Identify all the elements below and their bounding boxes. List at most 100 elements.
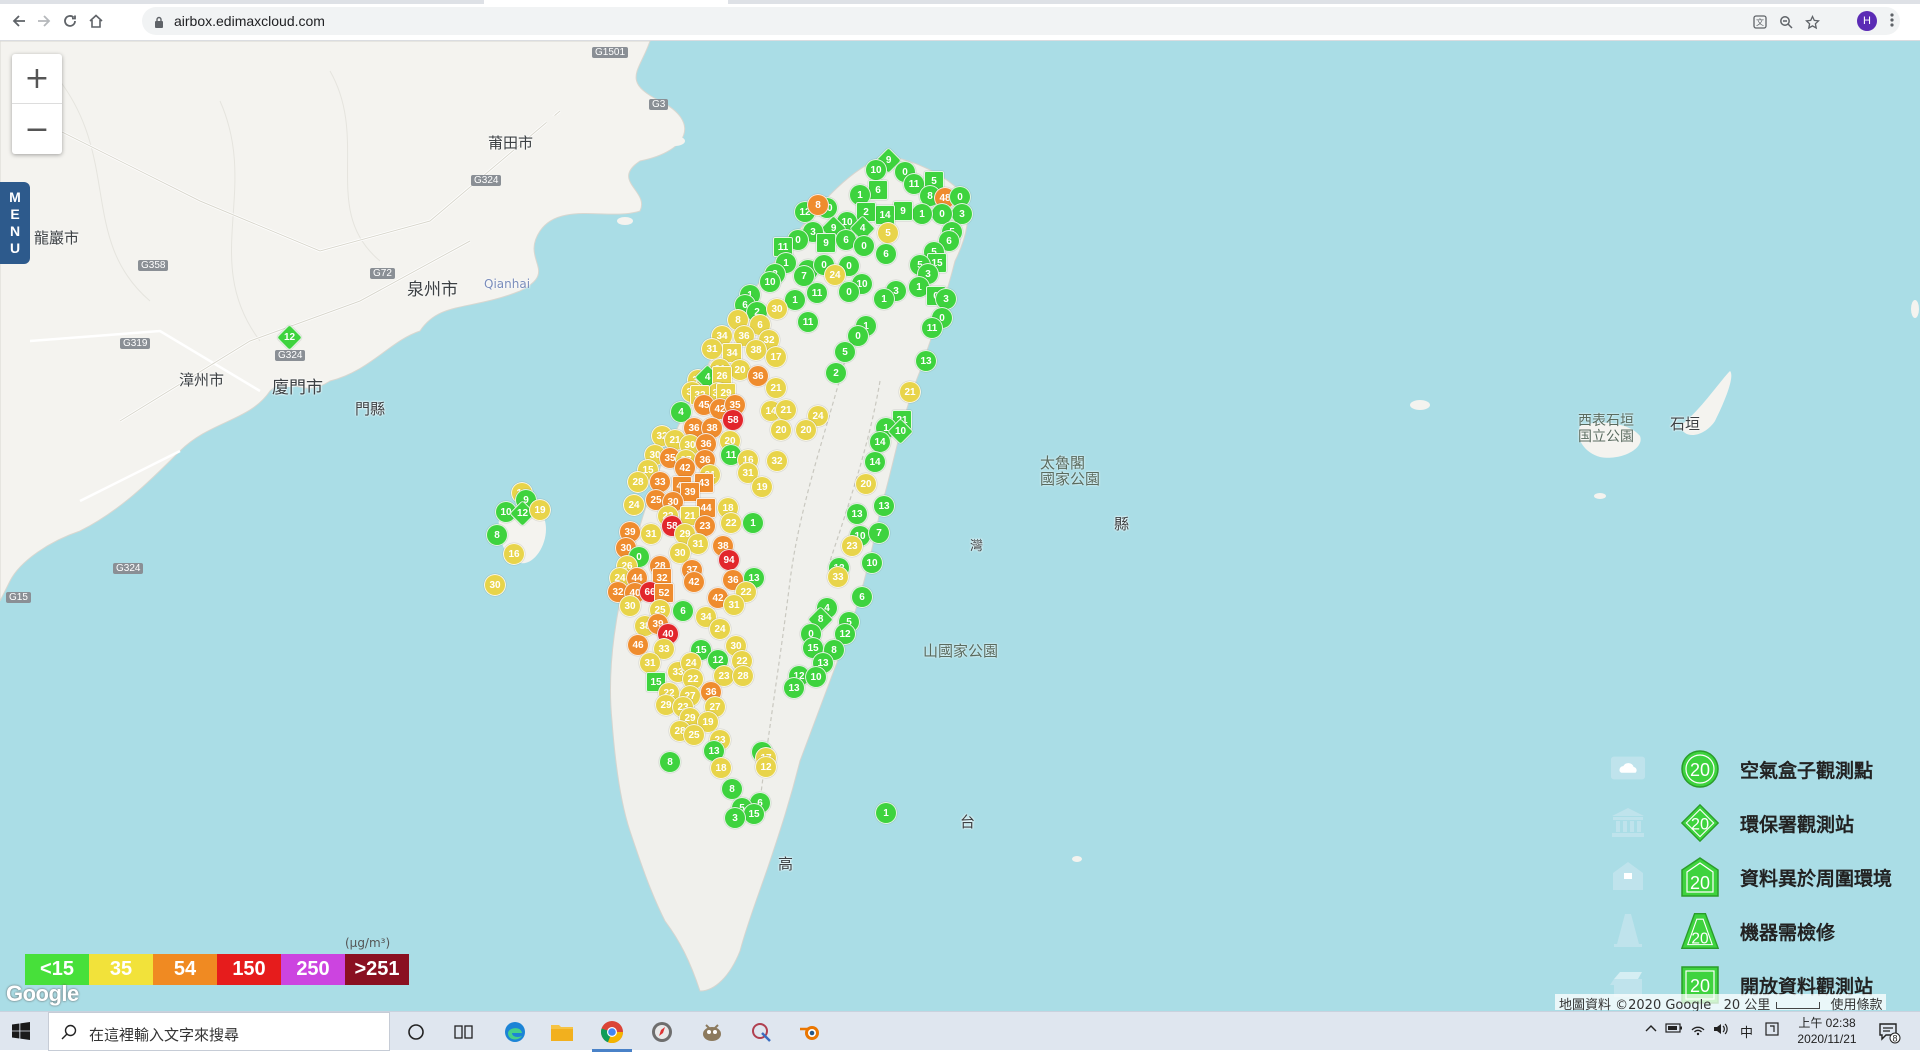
profile-avatar[interactable]: H — [1857, 11, 1877, 31]
aq-marker-circle[interactable]: 8 — [659, 751, 681, 773]
google-logo[interactable]: Google — [6, 981, 79, 1007]
aq-marker-circle[interactable]: 13 — [915, 350, 937, 372]
aq-marker-circle[interactable]: 31 — [701, 338, 723, 360]
aq-marker-circle[interactable]: 11 — [921, 317, 943, 339]
aq-marker-circle[interactable]: 10 — [865, 159, 887, 181]
browser-menu-icon[interactable] — [1890, 12, 1894, 32]
aq-marker-circle[interactable]: 14 — [864, 451, 886, 473]
battery-icon[interactable] — [1665, 1022, 1683, 1038]
forward-arrow-icon[interactable] — [33, 10, 55, 32]
gimp-app-icon[interactable] — [698, 1018, 726, 1046]
aq-marker-square[interactable]: 6 — [868, 180, 888, 200]
aq-marker-circle[interactable]: 32 — [766, 450, 788, 472]
aq-marker-circle[interactable]: 19 — [751, 476, 773, 498]
aq-marker-square[interactable]: 9 — [893, 201, 913, 221]
aq-marker-circle[interactable]: 33 — [827, 566, 849, 588]
aq-marker-circle[interactable]: 21 — [765, 377, 787, 399]
aq-marker-circle[interactable]: 28 — [627, 471, 649, 493]
cortana-circle-icon[interactable] — [402, 1018, 430, 1046]
aq-marker-circle[interactable]: 31 — [723, 594, 745, 616]
aq-marker-circle[interactable]: 1 — [742, 512, 764, 534]
aq-marker-circle[interactable]: 5 — [834, 341, 856, 363]
aq-marker-circle[interactable]: 94 — [718, 549, 740, 571]
drawing-tool-icon[interactable] — [748, 1018, 776, 1046]
zoom-magnifier-icon[interactable] — [1776, 14, 1796, 30]
aq-marker-circle[interactable]: 42 — [683, 571, 705, 593]
aq-marker-circle[interactable]: 11 — [806, 282, 828, 304]
aq-marker-circle[interactable]: 1 — [911, 203, 933, 225]
aq-marker-circle[interactable]: 13 — [873, 495, 895, 517]
aq-marker-circle[interactable]: 15 — [743, 803, 765, 825]
aq-marker-circle[interactable]: 38 — [745, 339, 767, 361]
aq-marker-circle[interactable]: 3 — [724, 807, 746, 829]
aq-marker-circle[interactable]: 18 — [710, 757, 732, 779]
taskbar-search-box[interactable]: 在這裡輸入文字來搜尋 — [48, 1012, 390, 1051]
aq-marker-circle[interactable]: 20 — [855, 473, 877, 495]
ime-mode-icon[interactable] — [1765, 1022, 1779, 1040]
windows-start-icon[interactable] — [12, 1022, 30, 1044]
aq-marker-circle[interactable]: 8 — [486, 524, 508, 546]
blender-icon[interactable] — [796, 1018, 824, 1046]
active-tab[interactable] — [484, 0, 728, 4]
translate-icon[interactable]: 文 — [1750, 14, 1770, 30]
aq-marker-circle[interactable]: 13 — [783, 677, 805, 699]
file-explorer-icon[interactable] — [548, 1018, 576, 1046]
aq-marker-circle[interactable]: 30 — [619, 595, 641, 617]
aq-marker-circle[interactable]: 17 — [765, 346, 787, 368]
aq-marker-circle[interactable]: 31 — [639, 652, 661, 674]
menu-button[interactable]: MENU — [0, 182, 30, 264]
bookmark-star-icon[interactable] — [1802, 14, 1822, 30]
aq-marker-circle[interactable]: 16 — [503, 543, 525, 565]
chrome-icon[interactable] — [592, 1018, 632, 1052]
zoom-in-button[interactable]: + — [12, 54, 62, 104]
aq-marker-circle[interactable]: 13 — [846, 503, 868, 525]
zoom-out-button[interactable]: − — [12, 104, 62, 154]
aq-marker-circle[interactable]: 1 — [873, 288, 895, 310]
back-arrow-icon[interactable] — [8, 10, 30, 32]
aq-marker-circle[interactable]: 6 — [672, 600, 694, 622]
task-view-icon[interactable] — [450, 1018, 478, 1046]
show-hidden-icons-chevron-icon[interactable] — [1645, 1022, 1657, 1037]
aq-marker-circle[interactable]: 6 — [851, 586, 873, 608]
aq-marker-circle[interactable]: 58 — [722, 409, 744, 431]
home-icon[interactable] — [85, 10, 107, 32]
aq-marker-circle[interactable]: 22 — [720, 512, 742, 534]
terms-link[interactable]: 使用條款 — [1830, 998, 1882, 1011]
aq-marker-circle[interactable]: 31 — [640, 523, 662, 545]
aq-marker-circle[interactable]: 7 — [868, 522, 890, 544]
aq-marker-circle[interactable]: 28 — [732, 665, 754, 687]
attribution-text[interactable]: 地圖資料 ©2020 Google — [1559, 998, 1711, 1011]
aq-marker-circle[interactable]: 25 — [683, 724, 705, 746]
map-canvas[interactable]: 莆田市 龍巖市 泉州市 Qianhai 漳州市 廈門市 門縣 太魯閣 國家公園 … — [0, 41, 1920, 1011]
aq-marker-circle[interactable]: 8 — [807, 194, 829, 216]
aq-marker-circle[interactable]: 0 — [853, 235, 875, 257]
aq-marker-circle[interactable]: 12 — [755, 756, 777, 778]
aq-marker-circle[interactable]: 19 — [529, 499, 551, 521]
aq-marker-circle[interactable]: 11 — [797, 311, 819, 333]
aq-marker-circle[interactable]: 23 — [841, 535, 863, 557]
address-bar[interactable]: airbox.edimaxcloud.com 文 — [142, 7, 1900, 35]
aq-marker-circle[interactable]: 5 — [877, 222, 899, 244]
aq-marker-circle[interactable]: 20 — [795, 419, 817, 441]
aq-marker-circle[interactable]: 10 — [805, 666, 827, 688]
aq-marker-circle[interactable]: 24 — [623, 494, 645, 516]
aq-marker-circle[interactable]: 21 — [775, 399, 797, 421]
aq-marker-circle[interactable]: 14 — [869, 431, 891, 453]
aq-marker-square[interactable]: 9 — [816, 233, 836, 253]
aq-marker-circle[interactable]: 30 — [484, 574, 506, 596]
aq-marker-circle[interactable]: 10 — [861, 552, 883, 574]
aq-marker-circle[interactable]: 24 — [709, 618, 731, 640]
edge-browser-icon[interactable] — [501, 1018, 529, 1046]
compass-app-icon[interactable] — [648, 1018, 676, 1046]
aq-marker-circle[interactable]: 0 — [838, 281, 860, 303]
ime-indicator[interactable]: 中 — [1740, 1022, 1753, 1041]
aq-marker-circle[interactable]: 21 — [899, 381, 921, 403]
aq-marker-circle[interactable]: 1 — [875, 802, 897, 824]
notification-center-icon[interactable]: 8 — [1877, 1020, 1901, 1048]
aq-marker-circle[interactable]: 20 — [770, 419, 792, 441]
aq-marker-circle[interactable]: 30 — [766, 298, 788, 320]
system-clock[interactable]: 上午 02:38 2020/11/21 — [1792, 1015, 1862, 1047]
volume-icon[interactable] — [1713, 1022, 1729, 1040]
reload-icon[interactable] — [59, 10, 81, 32]
aq-marker-circle[interactable]: 2 — [825, 362, 847, 384]
